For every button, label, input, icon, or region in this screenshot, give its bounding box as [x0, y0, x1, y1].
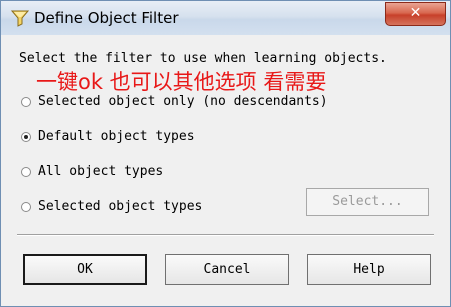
radio-button[interactable]: [21, 166, 31, 177]
radio-button-checked[interactable]: [21, 131, 31, 142]
ok-button[interactable]: OK: [23, 254, 147, 285]
divider: [17, 234, 434, 236]
radio-button[interactable]: [21, 96, 31, 107]
option-label: Selected object types: [38, 199, 203, 214]
instruction-text: Select the filter to use when learning o…: [19, 51, 387, 66]
title-bar[interactable]: Define Object Filter ✕: [1, 1, 450, 35]
overlay-annotation: 一键ok 也可以其他选项 看需要: [36, 70, 327, 94]
option-label: Default object types: [38, 129, 195, 144]
option-label: All object types: [38, 164, 164, 179]
close-icon: ✕: [409, 5, 422, 21]
option-label: Selected object only (no descendants): [38, 94, 328, 109]
select-button[interactable]: Select...: [306, 188, 429, 216]
dialog-window: Define Object Filter ✕ Select the filter…: [0, 0, 451, 307]
help-button[interactable]: Help: [307, 254, 431, 285]
close-button[interactable]: ✕: [385, 2, 446, 26]
radio-button[interactable]: [21, 201, 31, 212]
option-default-object-types[interactable]: Default object types: [21, 129, 195, 144]
option-all-object-types[interactable]: All object types: [21, 164, 163, 179]
dialog-body: Select the filter to use when learning o…: [9, 35, 442, 298]
filter-icon: [10, 9, 30, 27]
cancel-button[interactable]: Cancel: [165, 254, 289, 285]
option-selected-object-types[interactable]: Selected object types: [21, 199, 202, 214]
window-title: Define Object Filter: [34, 9, 179, 27]
option-selected-object-only[interactable]: Selected object only (no descendants): [21, 94, 328, 109]
